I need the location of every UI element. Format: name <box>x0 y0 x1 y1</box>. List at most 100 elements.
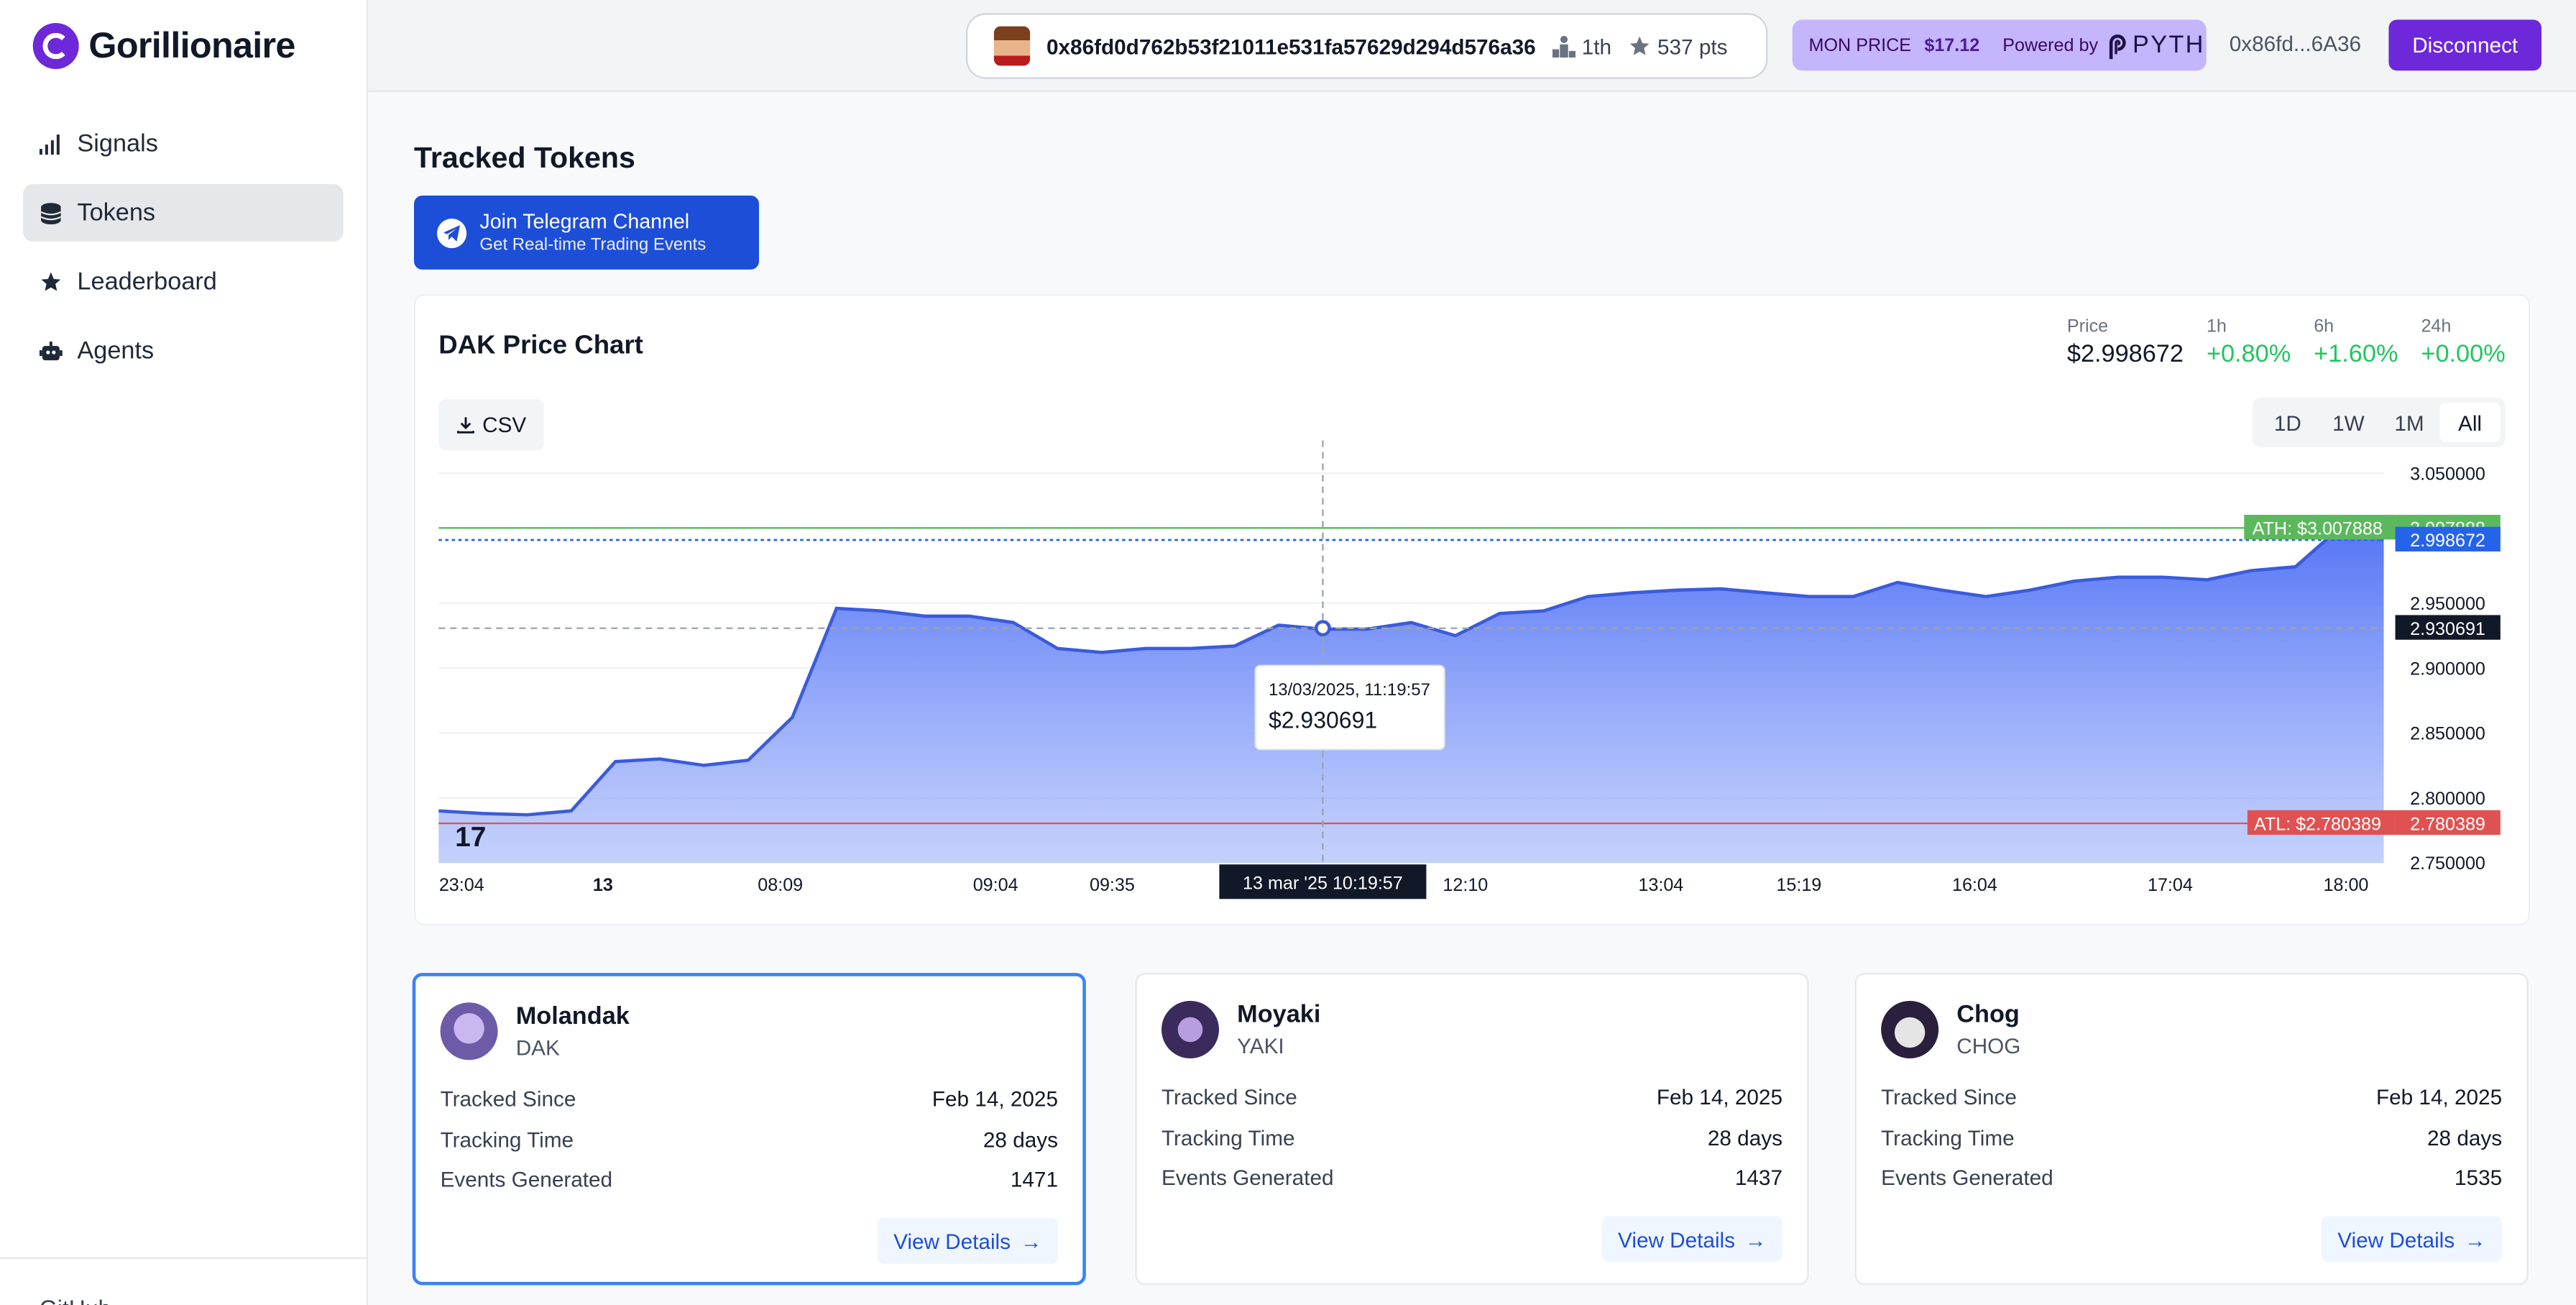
row-label: Tracked Since <box>1881 1084 2017 1109</box>
x-tick-label: 08:09 <box>758 875 803 895</box>
tradingview-logo-icon: 17 <box>455 822 486 853</box>
current-tag-label: 2.998672 <box>2410 531 2485 551</box>
arrow-right-icon: → <box>2464 1227 2486 1252</box>
token-card-moyaki[interactable]: Moyaki YAKI Tracked Since Feb 14, 2025 Tr… <box>1135 973 1809 1286</box>
price-chart-card: DAK Price Chart Price $2.998672 1h +0.80… <box>413 294 2531 927</box>
brand[interactable]: Gorillionaire <box>32 22 295 69</box>
mon-price-label: MON PRICE <box>1808 35 1912 55</box>
token-symbol: YAKI <box>1237 1033 1284 1058</box>
sidebar-item-label: Tokens <box>77 198 156 227</box>
y-tick-label: 2.900000 <box>2410 659 2485 679</box>
rank-badge: 1th <box>1552 34 1611 58</box>
token-symbol: DAK <box>515 1035 560 1061</box>
view-details-button[interactable]: View Details → <box>877 1217 1058 1264</box>
tooltip-date: 13/03/2025, 11:19:57 <box>1269 680 1430 700</box>
signal-bars-icon <box>39 132 63 155</box>
x-tick-label: 12:10 <box>1443 875 1488 895</box>
x-tick-label: 09:35 <box>1090 875 1135 895</box>
token-avatar <box>1161 1000 1219 1058</box>
tracking-time-row: Tracking Time 28 days <box>441 1127 1058 1152</box>
brand-name: Gorillionaire <box>88 24 295 66</box>
telegram-subtitle: Get Real-time Trading Events <box>479 234 707 255</box>
sidebar: Gorillionaire Signals Tokens Leaderboard <box>0 0 368 1305</box>
mon-price-value: $17.12 <box>1924 35 1980 55</box>
token-name: Moyaki <box>1237 1000 1321 1029</box>
github-link[interactable]: GitHub <box>40 1295 111 1305</box>
row-value: 1437 <box>1734 1165 1782 1190</box>
wallet-info[interactable]: 0x86fd0d762b53f21011e531fa57629d294d576a… <box>965 13 1768 79</box>
row-value: 28 days <box>1707 1125 1782 1150</box>
sidebar-item-label: Signals <box>77 129 158 158</box>
tracking-time-row: Tracking Time 28 days <box>1162 1126 1782 1150</box>
sidebar-item-agents[interactable]: Agents <box>23 322 344 380</box>
y-tick-label: 2.950000 <box>2410 594 2485 614</box>
top-bar: 0x86fd0d762b53f21011e531fa57629d294d576a… <box>367 0 2576 92</box>
ath-label: ATH: $3.007888 <box>2253 518 2383 539</box>
sidebar-item-signals[interactable]: Signals <box>23 115 344 173</box>
row-label: Events Generated <box>440 1166 613 1192</box>
star-icon <box>1629 36 1650 55</box>
atl-label: ATL: $2.780389 <box>2254 814 2381 834</box>
points-value: 537 pts <box>1657 33 1728 59</box>
row-value: 1471 <box>1010 1166 1058 1192</box>
points-badge: 537 pts <box>1628 33 1728 59</box>
avatar <box>993 26 1031 66</box>
row-label: Tracking Time <box>1161 1125 1295 1150</box>
sidebar-footer: GitHub <box>0 1257 367 1305</box>
view-details-button[interactable]: View Details → <box>2321 1216 2503 1263</box>
row-label: Tracked Since <box>1161 1084 1297 1109</box>
x-tick-label: 18:00 <box>2324 875 2369 895</box>
hover-point <box>1314 620 1331 637</box>
podium-icon <box>1552 35 1576 58</box>
x-tick-label: 13 <box>593 875 613 895</box>
y-tick-label: 2.750000 <box>2410 853 2485 874</box>
page-title: Tracked Tokens <box>413 141 635 175</box>
hover-tag-label: 2.930691 <box>2410 619 2485 639</box>
sidebar-item-tokens[interactable]: Tokens <box>22 183 344 242</box>
token-avatar <box>1881 1000 1939 1058</box>
token-symbol: CHOG <box>1956 1033 2021 1058</box>
row-value: Feb 14, 2025 <box>932 1086 1058 1112</box>
sidebar-item-leaderboard[interactable]: Leaderboard <box>23 253 344 311</box>
wallet-address: 0x86fd0d762b53f21011e531fa57629d294d576a… <box>1046 33 1536 59</box>
mon-price-badge: MON PRICE $17.12 Powered by PYTH <box>1792 19 2207 71</box>
sidebar-item-label: Leaderboard <box>77 267 217 296</box>
row-value: Feb 14, 2025 <box>2375 1084 2503 1109</box>
star-icon <box>40 270 63 293</box>
row-value: 28 days <box>983 1127 1058 1153</box>
disconnect-button[interactable]: Disconnect <box>2388 19 2542 71</box>
events-row: Events Generated 1535 <box>1881 1166 2502 1190</box>
row-label: Events Generated <box>1161 1165 1334 1190</box>
view-details-label: View Details <box>1618 1227 1736 1252</box>
events-row: Events Generated 1471 <box>441 1167 1058 1191</box>
x-tick-label: 13:04 <box>1638 875 1683 895</box>
x-tick-label: 16:04 <box>1952 875 1997 895</box>
y-tick-label: 2.800000 <box>2410 789 2485 809</box>
token-avatar <box>440 1002 498 1061</box>
join-telegram-button[interactable]: Join Telegram Channel Get Real-time Trad… <box>413 195 759 270</box>
row-value: 28 days <box>2427 1125 2503 1150</box>
row-value: 1535 <box>2455 1165 2503 1190</box>
sidebar-nav: Signals Tokens Leaderboard Agents <box>22 115 344 391</box>
tracked-since-row: Tracked Since Feb 14, 2025 <box>1881 1085 2502 1109</box>
robot-icon <box>39 339 63 362</box>
tracked-since-row: Tracked Since Feb 14, 2025 <box>1162 1085 1782 1109</box>
events-row: Events Generated 1437 <box>1162 1166 1782 1190</box>
view-details-label: View Details <box>893 1228 1011 1253</box>
y-tick-label: 2.850000 <box>2410 724 2485 744</box>
crosshair-time-label: 13 mar '25 10:19:57 <box>1243 874 1403 894</box>
telegram-title: Join Telegram Channel <box>479 210 690 234</box>
x-tick-label: 17:04 <box>2148 875 2193 895</box>
arrow-right-icon: → <box>1744 1227 1767 1252</box>
row-label: Tracking Time <box>440 1127 574 1153</box>
token-name: Molandak <box>515 1002 630 1031</box>
token-card-molandak[interactable]: Molandak DAK Tracked Since Feb 14, 2025 T… <box>412 973 1086 1286</box>
row-label: Events Generated <box>1881 1165 2053 1190</box>
row-value: Feb 14, 2025 <box>1656 1084 1782 1109</box>
view-details-button[interactable]: View Details → <box>1601 1216 1782 1263</box>
price-chart[interactable]: 3.050000 2.950000 2.900000 2.850000 2.800000… <box>415 296 2531 927</box>
token-card-chog[interactable]: Chog CHOG Tracked Since Feb 14, 2025 Trac… <box>1854 973 2529 1286</box>
brand-logo-icon <box>32 22 79 69</box>
pyth-logo: PYTH <box>2108 31 2205 59</box>
telegram-icon <box>436 217 467 247</box>
